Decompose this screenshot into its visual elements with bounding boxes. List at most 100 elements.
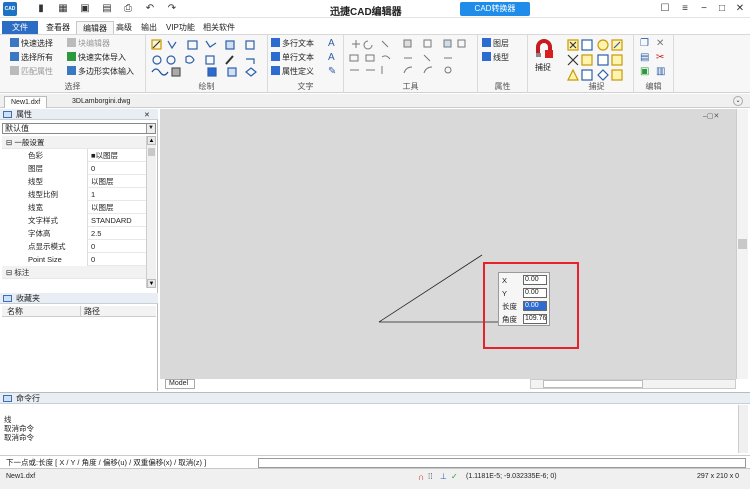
drawing-canvas[interactable]: –▢✕: [160, 109, 736, 379]
prop-row[interactable]: 线型 以图层: [2, 175, 146, 188]
snap-icons[interactable]: [560, 37, 634, 83]
section-general[interactable]: ⊟ 一般设置: [2, 136, 146, 149]
cut-icon[interactable]: ✂: [656, 52, 667, 63]
draw-tools-icons[interactable]: [146, 37, 268, 83]
select-all-label: 选择所有: [21, 53, 53, 62]
prop-row[interactable]: 文字样式 STANDARD: [2, 214, 146, 227]
properties-title: 属性: [16, 110, 32, 119]
copy-icon[interactable]: ❐: [640, 38, 651, 49]
tools-icons[interactable]: [344, 37, 478, 83]
canvas-hscroll-thumb[interactable]: [543, 380, 643, 388]
polar-status-icon[interactable]: ✓: [451, 472, 458, 481]
linetype-button[interactable]: 线型: [482, 52, 509, 63]
print-icon[interactable]: ⎙: [121, 2, 135, 16]
menu-icon[interactable]: ≡: [678, 2, 692, 16]
clipboard-icon[interactable]: ▣: [640, 66, 651, 77]
doc-tab-new1[interactable]: New1.dxf: [4, 96, 48, 108]
text-style-icon[interactable]: A: [328, 38, 339, 49]
tabs-dropdown-icon[interactable]: ⌄: [733, 96, 743, 106]
canvas-hscrollbar[interactable]: [530, 379, 736, 389]
col-name[interactable]: 名称: [7, 306, 23, 317]
tab-vip[interactable]: VIP功能: [160, 21, 201, 34]
command-input[interactable]: [258, 458, 746, 468]
properties-combo[interactable]: 默认值 ▼: [2, 123, 156, 134]
draw-group-label: 绘制: [198, 82, 215, 91]
prop-value[interactable]: 以图层: [89, 175, 146, 188]
close-icon[interactable]: ✕: [733, 2, 747, 16]
quick-select-button[interactable]: 快速选择: [10, 38, 53, 49]
tab-related-software[interactable]: 相关软件: [197, 21, 241, 34]
save-as-icon[interactable]: ▤: [100, 2, 114, 16]
redo-icon[interactable]: ↷: [165, 2, 179, 16]
command-panel: 命令行 线 取消命令 取消命令: [0, 392, 750, 454]
properties-close-icon[interactable]: ✕: [144, 111, 150, 119]
feedback-icon[interactable]: ☐: [658, 2, 672, 16]
tab-output[interactable]: 输出: [135, 21, 163, 34]
prop-value[interactable]: 0: [89, 240, 146, 253]
delete-icon[interactable]: ✕: [656, 38, 667, 49]
canvas-vscrollbar[interactable]: [736, 109, 748, 379]
prop-row[interactable]: 线宽 以图层: [2, 201, 146, 214]
tab-editor[interactable]: 编辑器: [76, 21, 114, 34]
attribute-def-button[interactable]: 属性定义: [271, 66, 314, 77]
multiline-text-button[interactable]: 多行文本: [271, 38, 314, 49]
quick-entity-import-button[interactable]: 快速实体导入: [67, 52, 126, 63]
paste-special-icon[interactable]: ▥: [656, 66, 667, 77]
prop-value[interactable]: STANDARD: [89, 214, 146, 227]
prop-row[interactable]: Point Size 0: [2, 253, 146, 266]
block-editor-button[interactable]: 块编辑器: [67, 38, 110, 49]
prop-row[interactable]: 点显示模式 0: [2, 240, 146, 253]
layers-icon: [482, 38, 491, 47]
quick-entity-import-label: 快速实体导入: [78, 53, 126, 62]
grid-status-icon[interactable]: ⁞⁞: [428, 472, 432, 481]
ortho-status-icon[interactable]: ⊥: [440, 472, 447, 481]
maximize-icon[interactable]: □: [715, 2, 729, 16]
layers-button[interactable]: 图层: [482, 38, 509, 49]
tab-file[interactable]: 文件: [2, 21, 38, 34]
magnet-icon[interactable]: [534, 39, 554, 59]
snap-status-icon[interactable]: ∩: [418, 472, 424, 482]
undo-icon[interactable]: ↶: [143, 2, 157, 16]
match-props-button[interactable]: 匹配属性: [10, 66, 53, 77]
prop-value[interactable]: 1: [89, 188, 146, 201]
canvas-vscroll-thumb[interactable]: [738, 239, 747, 249]
select-all-button[interactable]: 选择所有: [10, 52, 53, 63]
col-path[interactable]: 路径: [80, 306, 100, 317]
import-icon: [67, 52, 76, 61]
open-folder-icon[interactable]: ▦: [56, 2, 70, 16]
prop-value[interactable]: 0: [89, 162, 146, 175]
command-title: 命令行: [16, 394, 40, 403]
prop-row[interactable]: 线型比例 1: [2, 188, 146, 201]
scroll-up-icon[interactable]: ▲: [147, 136, 156, 145]
canvas-window-controls-icon[interactable]: –▢✕: [703, 112, 719, 120]
prop-value[interactable]: 0: [89, 253, 146, 266]
properties-scrollbar[interactable]: ▲ ▼: [146, 136, 156, 288]
minimize-icon[interactable]: −: [697, 2, 711, 16]
combo-arrow-icon[interactable]: ▼: [146, 124, 155, 133]
new-file-icon[interactable]: ▮: [34, 2, 48, 16]
doc-tab-lamborgini[interactable]: 3DLamborgini.dwg: [66, 96, 136, 108]
command-scrollbar[interactable]: [738, 405, 748, 453]
tab-viewer[interactable]: 查看器: [40, 21, 76, 34]
tab-advanced[interactable]: 高级: [110, 21, 138, 34]
prop-value[interactable]: 以图层: [89, 201, 146, 214]
text-edit-icon[interactable]: A: [328, 52, 339, 63]
command-line[interactable]: 下一点或:长度 [ X / Y / 角度 / 偏移(u) / 双重偏移(x) /…: [0, 455, 750, 468]
cad-converter-button[interactable]: CAD转换器: [460, 2, 530, 16]
prop-row[interactable]: 字体高 2.5: [2, 227, 146, 240]
prop-value[interactable]: 2.5: [89, 227, 146, 240]
prop-row[interactable]: 色彩 ■以图层: [2, 149, 146, 162]
scroll-thumb[interactable]: [148, 148, 155, 156]
prop-row[interactable]: 图层 0: [2, 162, 146, 175]
snap-button-label[interactable]: 捕捉: [535, 62, 551, 73]
scroll-down-icon[interactable]: ▼: [147, 279, 156, 288]
polygon-entity-input-button[interactable]: 多边形实体输入: [67, 66, 134, 77]
section-annotation[interactable]: ⊟ 标注: [2, 266, 146, 279]
command-icon: [3, 395, 12, 402]
model-tab[interactable]: Model: [165, 379, 195, 389]
text-scale-icon[interactable]: ✎: [328, 66, 339, 77]
paste-icon[interactable]: ▤: [640, 52, 651, 63]
save-icon[interactable]: ▣: [78, 2, 92, 16]
prop-value[interactable]: ■以图层: [89, 149, 146, 162]
single-text-button[interactable]: 单行文本: [271, 52, 314, 63]
